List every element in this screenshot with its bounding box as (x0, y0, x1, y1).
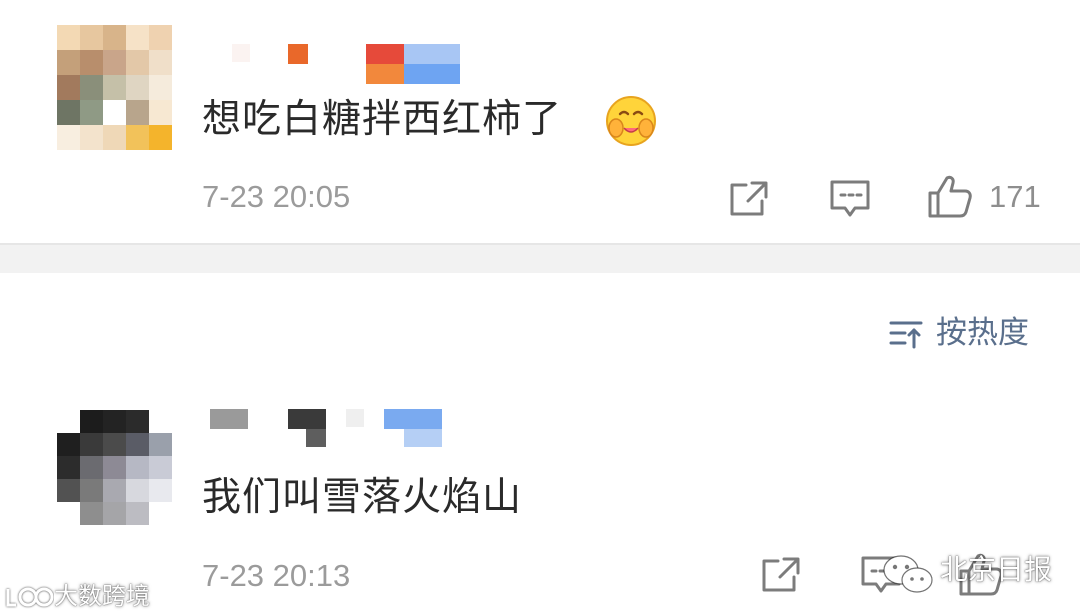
avatar-pixel (149, 456, 172, 479)
avatar-pixel (126, 25, 149, 50)
avatar-pixel (80, 125, 103, 150)
comment-text: 想吃白糖拌西红柿了 (202, 97, 563, 142)
avatar-pixel (149, 479, 172, 502)
sort-icon (889, 321, 923, 349)
avatar-pixel (126, 75, 149, 100)
avatar-pixel (57, 100, 80, 125)
watermark-left-text: 大数跨境 (54, 582, 150, 610)
avatar-pixel (80, 502, 103, 525)
avatar-pixel (149, 100, 172, 125)
watermark-right-text: 北京日报 (940, 553, 1053, 586)
comment-icon[interactable] (829, 179, 871, 219)
avatar-pixel (57, 25, 80, 50)
brand-logo-icon (6, 587, 54, 607)
avatar-pixel (149, 75, 172, 100)
wechat-icon (883, 555, 933, 593)
avatar-pixel (126, 410, 149, 433)
avatar-pixel (80, 479, 103, 502)
avatar-pixel (80, 456, 103, 479)
avatar-pixel (57, 456, 80, 479)
timestamp: 7-23 20:05 (202, 179, 351, 214)
comment-text: 我们叫雪落火焰山 (202, 475, 523, 520)
avatar-pixel (149, 25, 172, 50)
timestamp: 7-23 20:13 (202, 558, 351, 593)
avatar-pixel (80, 100, 103, 125)
avatar-pixel (126, 456, 149, 479)
avatar-pixel (149, 410, 172, 433)
avatar-pixel (103, 100, 126, 125)
avatar-pixel (80, 433, 103, 456)
avatar-pixel (103, 75, 126, 100)
avatar-pixel (149, 502, 172, 525)
share-icon[interactable] (728, 179, 770, 217)
like-count: 171 (989, 179, 1041, 214)
avatar-pixel (103, 502, 126, 525)
avatar-pixel (57, 75, 80, 100)
avatar-pixel (126, 50, 149, 75)
thumbs-up-icon[interactable] (927, 174, 973, 220)
avatar-pixel (57, 433, 80, 456)
sort-label: 按热度 (936, 315, 1029, 351)
avatar-pixel (103, 25, 126, 50)
avatar-pixel (126, 433, 149, 456)
avatar-pixel (103, 410, 126, 433)
avatar-pixel (80, 50, 103, 75)
avatar-pixel (126, 502, 149, 525)
avatar-pixel (103, 479, 126, 502)
share-icon[interactable] (760, 555, 802, 593)
avatar-pixel (57, 410, 80, 433)
avatar-pixel (126, 125, 149, 150)
hug-emoji-icon (606, 96, 656, 146)
avatar-pixel (149, 50, 172, 75)
avatar-pixel (103, 125, 126, 150)
avatar-pixel (80, 410, 103, 433)
avatar-pixel (149, 433, 172, 456)
avatar-pixel (80, 25, 103, 50)
avatar-pixel (149, 125, 172, 150)
avatar-pixel (57, 479, 80, 502)
section-divider (0, 243, 1080, 273)
avatar[interactable] (57, 410, 172, 525)
avatar-pixel (126, 479, 149, 502)
avatar-pixel (80, 75, 103, 100)
avatar-pixel (126, 100, 149, 125)
avatar-pixel (57, 125, 80, 150)
avatar-pixel (103, 50, 126, 75)
avatar[interactable] (57, 25, 172, 150)
avatar-pixel (57, 50, 80, 75)
avatar-pixel (103, 456, 126, 479)
avatar-pixel (103, 433, 126, 456)
avatar-pixel (57, 502, 80, 525)
